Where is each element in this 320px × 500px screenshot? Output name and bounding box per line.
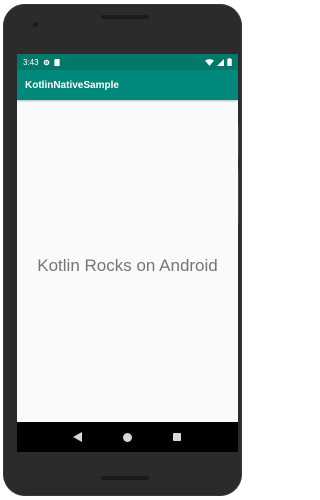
app-bar: KotlinNativeSample (17, 70, 238, 100)
home-button[interactable] (119, 429, 135, 445)
wifi-icon (205, 58, 214, 66)
status-time: 3:43 (23, 57, 39, 67)
sd-card-icon (53, 58, 60, 66)
gear-icon (43, 59, 49, 65)
recents-button[interactable] (169, 429, 185, 445)
bottom-speaker (101, 476, 149, 480)
back-button[interactable] (70, 429, 86, 445)
screen: 3:43 KotlinNativeSample Kotlin Rocks on … (17, 54, 238, 452)
battery-icon (227, 58, 232, 66)
signal-icon (217, 58, 224, 66)
app-title: KotlinNativeSample (25, 79, 119, 91)
status-bar: 3:43 (17, 54, 238, 70)
recents-icon (173, 433, 182, 441)
main-text: Kotlin Rocks on Android (37, 256, 218, 275)
main-content: Kotlin Rocks on Android (17, 100, 238, 422)
phone-frame: 3:43 KotlinNativeSample Kotlin Rocks on … (3, 4, 242, 496)
back-icon (73, 432, 83, 442)
front-camera (33, 22, 38, 27)
home-icon (122, 432, 132, 442)
top-speaker (101, 15, 149, 19)
navigation-bar (17, 422, 238, 452)
